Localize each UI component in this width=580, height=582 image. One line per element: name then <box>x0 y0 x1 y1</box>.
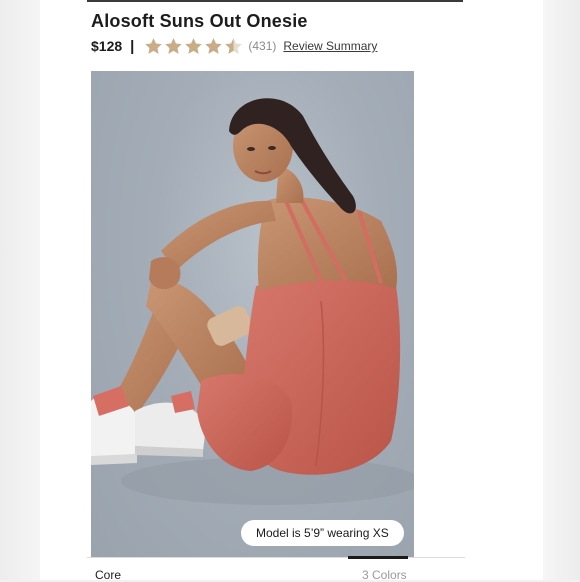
product-image[interactable]: Model is 5’9” wearing XS <box>91 71 414 557</box>
top-rule <box>87 0 463 2</box>
left-background <box>0 0 40 580</box>
star-icon <box>145 37 163 54</box>
model-illustration <box>91 98 414 505</box>
price-rating-row: $128 | (431) Review Summary <box>91 35 377 57</box>
model-info-badge: Model is 5’9” wearing XS <box>241 520 404 546</box>
star-icon <box>205 37 223 54</box>
options-divider <box>87 557 465 558</box>
right-background <box>543 0 580 580</box>
star-icon <box>185 37 203 54</box>
product-price: $128 <box>91 38 123 54</box>
star-icon <box>225 37 243 54</box>
star-icon <box>165 37 183 54</box>
price-separator: | <box>130 37 135 55</box>
product-page: Alosoft Suns Out Onesie $128 | (431) Rev… <box>40 0 543 582</box>
star-rating[interactable] <box>144 37 243 56</box>
review-summary-link[interactable]: Review Summary <box>283 39 377 53</box>
active-image-indicator <box>348 556 408 559</box>
product-title: Alosoft Suns Out Onesie <box>91 11 308 31</box>
review-count: (431) <box>248 39 277 53</box>
